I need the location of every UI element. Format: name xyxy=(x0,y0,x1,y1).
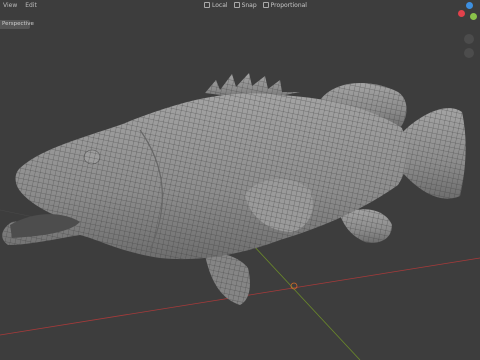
transform-orientation-dropdown[interactable]: Local xyxy=(204,2,228,9)
view-mode-tab[interactable]: Perspective xyxy=(0,20,34,29)
gizmo-x-axis[interactable] xyxy=(458,10,465,17)
header-toolbar: Local Snap Proportional xyxy=(204,0,307,10)
edit-menu[interactable]: Edit xyxy=(25,0,37,12)
gizmo-z-axis[interactable] xyxy=(466,2,473,9)
3d-cursor[interactable] xyxy=(290,282,298,290)
proportional-edit-toggle[interactable]: Proportional xyxy=(262,1,307,9)
magnet-icon xyxy=(233,2,240,8)
orientation-icon xyxy=(204,2,210,8)
viewport-menu: View Edit xyxy=(0,0,40,12)
view-menu[interactable]: View xyxy=(3,0,17,12)
pan-icon[interactable] xyxy=(464,48,474,58)
proportional-label: Proportional xyxy=(270,1,307,9)
zoom-icon[interactable] xyxy=(464,34,474,44)
navigation-gizmo[interactable] xyxy=(456,0,480,28)
grouper-mesh-model[interactable] xyxy=(0,0,480,360)
proportional-icon xyxy=(262,2,269,8)
orientation-label: Local xyxy=(212,1,228,9)
gizmo-y-axis[interactable] xyxy=(470,13,477,20)
snap-toggle[interactable]: Snap xyxy=(233,1,257,9)
3d-viewport[interactable]: View Edit Perspective Local Snap Proport… xyxy=(0,0,480,360)
snap-label: Snap xyxy=(241,1,257,9)
